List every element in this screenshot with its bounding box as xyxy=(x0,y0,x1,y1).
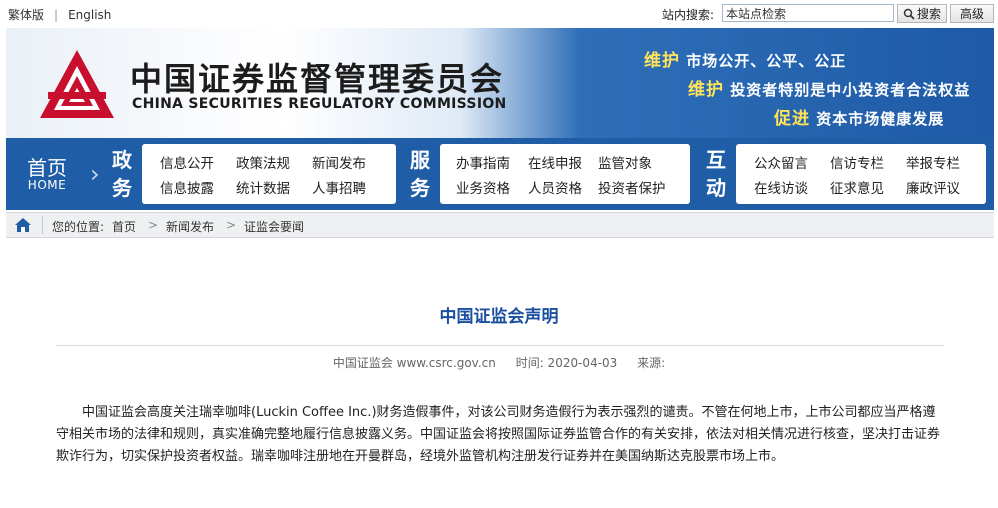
nav-link-recruitment[interactable]: 人事招聘 xyxy=(312,177,366,197)
nav-box-interaction: 公众留言 信访专栏 举报专栏 在线访谈 征求意见 廉政评议 xyxy=(736,144,986,204)
article-origin: 来源: xyxy=(637,356,666,370)
nav-home[interactable]: 首页 HOME xyxy=(6,138,88,210)
slogan-1-text: 市场公开、公平、公正 xyxy=(686,52,847,70)
search-label: 站内搜索: xyxy=(662,8,715,22)
nav-home-label: 首页 xyxy=(27,156,67,180)
lang-separator: | xyxy=(54,8,59,22)
nav-link-business-qualification[interactable]: 业务资格 xyxy=(456,177,510,197)
nav-link-online-interview[interactable]: 在线访谈 xyxy=(754,177,808,197)
breadcrumb: 您的位置: 首页 > 新闻发布 > 证监会要闻 xyxy=(6,212,994,238)
slogan-2: 维护 投资者特别是中小投资者合法权益 xyxy=(688,75,970,100)
advanced-search-button[interactable]: 高级 xyxy=(950,4,994,23)
home-icon[interactable] xyxy=(14,217,32,233)
nav-link-regulated-entities[interactable]: 监管对象 xyxy=(598,152,652,172)
nav-category-interaction: 互 动 xyxy=(704,146,728,202)
site-name-chinese: 中国证券监督管理委员会 xyxy=(130,60,505,98)
language-switch: 繁体版 | English xyxy=(8,6,111,23)
article-title: 中国证监会声明 xyxy=(439,307,559,327)
top-bar: 繁体版 | English 站内搜索: 搜索 高级 xyxy=(0,0,998,28)
nav-link-news-release[interactable]: 新闻发布 xyxy=(312,152,366,172)
nav-link-statistics[interactable]: 统计数据 xyxy=(236,177,290,197)
nav-link-public-message[interactable]: 公众留言 xyxy=(754,152,808,172)
article-meta: 中国证监会 www.csrc.gov.cn 时间: 2020-04-03 来源: xyxy=(0,354,998,371)
nav-home-label-en: HOME xyxy=(27,178,67,192)
nav-link-investor-protection[interactable]: 投资者保护 xyxy=(598,177,666,197)
nav-box-government: 信息公开 政策法规 新闻发布 信息披露 统计数据 人事招聘 xyxy=(142,144,396,204)
english-link[interactable]: English xyxy=(68,8,111,22)
nav-category-service-c2: 务 xyxy=(410,176,430,200)
traditional-chinese-link[interactable]: 繁体版 xyxy=(8,6,44,23)
main-nav: 首页 HOME › 政 务 信息公开 政策法规 新闻发布 信息披露 统计数据 人… xyxy=(6,138,994,210)
search-icon xyxy=(903,8,915,20)
nav-category-interaction-c1: 互 xyxy=(706,148,726,172)
breadcrumb-separator: > xyxy=(226,218,237,232)
chevron-right-icon: › xyxy=(90,160,100,188)
slogan-2-lead: 维护 xyxy=(688,80,724,100)
nav-category-service: 服 务 xyxy=(408,146,432,202)
header-banner: 中国证券监督管理委员会 CHINA SECURITIES REGULATORY … xyxy=(6,28,994,138)
nav-link-solicit-opinions[interactable]: 征求意见 xyxy=(830,177,884,197)
nav-link-policies[interactable]: 政策法规 xyxy=(236,152,290,172)
csrc-logo[interactable] xyxy=(38,48,116,120)
search-button[interactable]: 搜索 xyxy=(897,4,947,23)
search-input[interactable] xyxy=(722,4,894,22)
slogan-3: 促进 资本市场健康发展 xyxy=(774,104,944,129)
slogan-3-lead: 促进 xyxy=(774,109,810,129)
slogan-1-lead: 维护 xyxy=(644,51,680,71)
search-button-label: 搜索 xyxy=(916,7,941,21)
nav-category-government-c1: 政 xyxy=(112,148,132,172)
nav-link-report[interactable]: 举报专栏 xyxy=(906,152,960,172)
slogan-3-text: 资本市场健康发展 xyxy=(816,110,945,128)
title-divider xyxy=(56,345,944,346)
nav-link-info-disclosure[interactable]: 信息披露 xyxy=(160,177,214,197)
article-body: 中国证监会高度关注瑞幸咖啡(Luckin Coffee Inc.)财务造假事件，… xyxy=(56,405,941,464)
nav-category-interaction-c2: 动 xyxy=(706,176,726,200)
nav-box-service: 办事指南 在线申报 监管对象 业务资格 人员资格 投资者保护 xyxy=(440,144,690,204)
site-name-english: CHINA SECURITIES REGULATORY COMMISSION xyxy=(132,96,507,112)
nav-link-guide[interactable]: 办事指南 xyxy=(456,152,510,172)
nav-link-info-disclosure-public[interactable]: 信息公开 xyxy=(160,152,214,172)
breadcrumb-separator: > xyxy=(148,218,159,232)
nav-category-government-c2: 务 xyxy=(112,176,132,200)
breadcrumb-item-current[interactable]: 证监会要闻 xyxy=(244,218,304,235)
article-source: 中国证监会 www.csrc.gov.cn xyxy=(332,356,496,370)
nav-category-service-c1: 服 xyxy=(410,148,430,172)
nav-link-online-filing[interactable]: 在线申报 xyxy=(528,152,582,172)
slogan-2-text: 投资者特别是中小投资者合法权益 xyxy=(730,81,971,99)
nav-category-government: 政 务 xyxy=(110,146,134,202)
breadcrumb-prefix: 您的位置: xyxy=(52,220,105,234)
breadcrumb-item-home[interactable]: 首页 xyxy=(112,218,136,235)
breadcrumb-divider xyxy=(42,216,43,234)
breadcrumb-item-news[interactable]: 新闻发布 xyxy=(166,218,214,235)
nav-link-personnel-qualification[interactable]: 人员资格 xyxy=(528,177,582,197)
slogan-1: 维护 市场公开、公平、公正 xyxy=(644,46,846,71)
article-time: 时间: 2020-04-03 xyxy=(515,356,618,370)
nav-link-integrity-review[interactable]: 廉政评议 xyxy=(906,177,960,197)
nav-link-petition[interactable]: 信访专栏 xyxy=(830,152,884,172)
